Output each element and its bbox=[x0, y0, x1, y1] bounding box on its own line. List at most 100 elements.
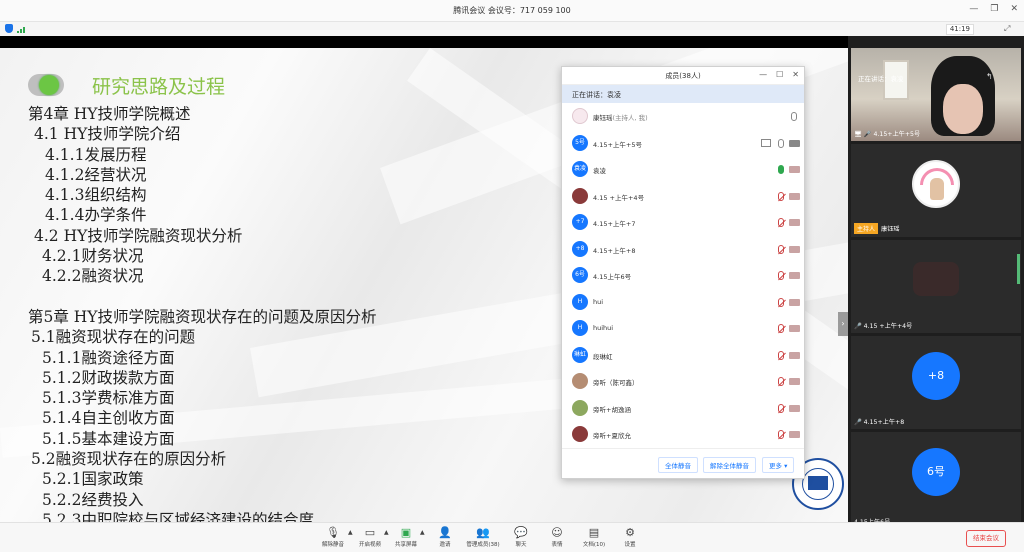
mic-muted-icon[interactable] bbox=[778, 350, 784, 360]
camera-off-icon[interactable] bbox=[789, 378, 800, 385]
mic-icon[interactable] bbox=[791, 112, 797, 121]
unmute-button[interactable]: 🎙 解除静音 bbox=[314, 526, 352, 548]
member-row[interactable]: +8 4.15+上午+8 bbox=[562, 236, 804, 263]
mic-active-icon[interactable] bbox=[778, 165, 784, 174]
member-row[interactable]: 旁听（陈可鑫） bbox=[562, 368, 804, 395]
member-name: 康钰瑶 bbox=[593, 114, 613, 122]
member-row[interactable]: 4.15 +上午+4号 bbox=[562, 183, 804, 210]
fullscreen-icon[interactable]: ⤢ bbox=[1004, 24, 1014, 34]
mic-muted-icon[interactable] bbox=[778, 430, 784, 439]
avatar: +8 bbox=[912, 352, 960, 400]
camera-off-icon: ▭ bbox=[364, 526, 376, 539]
outline-line: 5.2.1国家政策 bbox=[42, 470, 144, 489]
avatar: +8 bbox=[572, 240, 588, 257]
chevron-right-icon[interactable]: › bbox=[838, 312, 848, 336]
scrollbar[interactable] bbox=[1017, 254, 1020, 284]
mic-muted-icon[interactable] bbox=[778, 271, 784, 280]
mic-muted-icon[interactable] bbox=[778, 297, 784, 307]
mic-muted-icon[interactable] bbox=[778, 403, 784, 413]
host-badge: 主持人 bbox=[854, 223, 879, 234]
mic-muted-icon[interactable] bbox=[778, 324, 784, 333]
settings-button[interactable]: ⚙ 设置 bbox=[611, 526, 649, 548]
video-tile-label: 主持人 康钰瑶 bbox=[854, 223, 900, 234]
toggle-decoration bbox=[28, 74, 64, 96]
more-button[interactable]: 更多 ▾ bbox=[762, 457, 795, 473]
video-tile[interactable]: +8 🎤 4.15+上午+8 bbox=[851, 336, 1021, 429]
camera-off-icon[interactable] bbox=[789, 166, 800, 173]
member-row[interactable]: +7 4.15+上午+7 bbox=[562, 209, 804, 236]
mic-muted-icon[interactable] bbox=[778, 191, 784, 201]
camera-off-icon[interactable] bbox=[789, 325, 800, 332]
chevron-up-icon[interactable]: ▲ bbox=[420, 529, 425, 536]
emoji-button[interactable]: ☺ 表情 bbox=[538, 526, 576, 548]
avatar bbox=[572, 373, 588, 389]
camera-off-icon[interactable] bbox=[789, 192, 800, 200]
camera-icon[interactable] bbox=[789, 139, 800, 147]
member-name: 4.15+上午+7 bbox=[593, 220, 636, 228]
member-row[interactable]: 康钰瑶(主持人, 我) bbox=[562, 103, 804, 130]
avatar bbox=[572, 108, 588, 124]
invite-button[interactable]: 👤 邀请 bbox=[426, 526, 464, 548]
camera-off-icon[interactable] bbox=[789, 404, 800, 412]
outline-line: 4.1.2经营状况 bbox=[45, 165, 147, 184]
meeting-toolbar: 🎙 解除静音 ▲ ▭ 开启视频 ▲ ▣ 共享屏幕 ▲ 👤 邀请 👥 管理成员(3… bbox=[0, 522, 1024, 552]
end-meeting-button[interactable]: 结束会议 bbox=[966, 530, 1006, 547]
chat-icon: 💬 bbox=[514, 526, 528, 539]
avatar bbox=[572, 399, 588, 416]
member-row[interactable]: 6号 4.15上午6号 bbox=[562, 262, 804, 289]
participant-face bbox=[943, 84, 983, 134]
slide-outline: 第4章 HY技师学院概述 4.1 HY技师学院介绍 4.1.1发展历程 4.1.… bbox=[28, 104, 377, 522]
outline-line: 5.1.4自主创收方面 bbox=[42, 409, 175, 428]
mute-all-button[interactable]: 全体静音 bbox=[658, 457, 698, 473]
panel-close-button[interactable]: ✕ bbox=[792, 70, 799, 79]
outline-line: 5.2.2经费投入 bbox=[42, 490, 144, 509]
video-tile[interactable]: 6号 4.15上午6号 bbox=[851, 432, 1021, 526]
mic-icon[interactable] bbox=[778, 138, 784, 148]
camera-off-icon[interactable] bbox=[789, 351, 800, 359]
camera-off-icon[interactable] bbox=[789, 219, 800, 226]
shield-icon[interactable] bbox=[5, 24, 13, 33]
member-panel-controls: — ☐ ✕ bbox=[759, 70, 799, 79]
back-icon[interactable]: ↰ bbox=[986, 72, 1002, 84]
member-name: 4.15+上午+5号 bbox=[593, 140, 643, 149]
outline-line: 5.1.5基本建设方面 bbox=[42, 429, 175, 448]
video-column: 正在讲话：袁凌 ↰ 🖥 🎤 4.15+上午+5号 主持人 康钰瑶 🎤 4.15 +… bbox=[848, 36, 1024, 526]
status-bar bbox=[0, 22, 1024, 36]
camera-off-icon[interactable] bbox=[789, 245, 800, 253]
chat-button[interactable]: 💬 聊天 bbox=[502, 526, 540, 548]
mic-muted-icon[interactable] bbox=[778, 244, 784, 254]
member-panel-header: 成员(38人) — ☐ ✕ bbox=[562, 67, 804, 85]
video-tile[interactable]: 主持人 康钰瑶 bbox=[851, 144, 1021, 237]
close-button[interactable]: ✕ bbox=[1010, 4, 1018, 14]
avatar: 6号 bbox=[572, 267, 588, 283]
member-row[interactable]: 旁听+夏欣允 bbox=[562, 421, 804, 448]
camera-off-icon[interactable] bbox=[789, 272, 800, 279]
member-name: 袁凌 bbox=[593, 167, 606, 175]
member-row[interactable]: 琳虹 段琳虹 bbox=[562, 342, 804, 369]
restore-button[interactable]: ❐ bbox=[990, 4, 998, 14]
video-tile[interactable]: 🎤 4.15 +上午+4号 bbox=[851, 240, 1021, 333]
manage-members-button[interactable]: 👥 管理成员(38) bbox=[464, 526, 502, 548]
panel-maximize-button[interactable]: ☐ bbox=[776, 70, 783, 79]
speaking-label: 正在讲话：袁凌 bbox=[858, 75, 904, 83]
member-row[interactable]: H hui bbox=[562, 289, 804, 316]
video-tile[interactable]: 正在讲话：袁凌 ↰ 🖥 🎤 4.15+上午+5号 bbox=[851, 48, 1021, 141]
mic-muted-icon[interactable] bbox=[778, 218, 784, 227]
documents-button[interactable]: ▤ 文档(10) bbox=[575, 526, 613, 548]
member-row[interactable]: 5号 4.15+上午+5号 bbox=[562, 130, 804, 157]
mic-muted-icon[interactable] bbox=[778, 377, 784, 386]
meeting-timer: 41:19 bbox=[945, 24, 974, 35]
camera-off-icon[interactable] bbox=[789, 298, 800, 306]
outline-line: 5.2.3中职院校与区域经济建设的结合度 bbox=[42, 510, 314, 522]
member-row[interactable]: H huihui bbox=[562, 315, 804, 342]
minimize-button[interactable]: — bbox=[969, 4, 978, 14]
outline-line: 4.1.4办学条件 bbox=[45, 206, 147, 225]
member-row[interactable]: 旁听+胡逸涵 bbox=[562, 395, 804, 422]
avatar bbox=[913, 262, 959, 296]
outline-line: 5.1融资现状存在的问题 bbox=[31, 328, 196, 347]
camera-off-icon[interactable] bbox=[789, 431, 800, 438]
member-row[interactable]: 袁凌 袁凌 bbox=[562, 156, 804, 183]
document-icon: ▤ bbox=[588, 526, 600, 539]
unmute-all-button[interactable]: 解除全体静音 bbox=[703, 457, 756, 473]
panel-minimize-button[interactable]: — bbox=[759, 70, 767, 79]
